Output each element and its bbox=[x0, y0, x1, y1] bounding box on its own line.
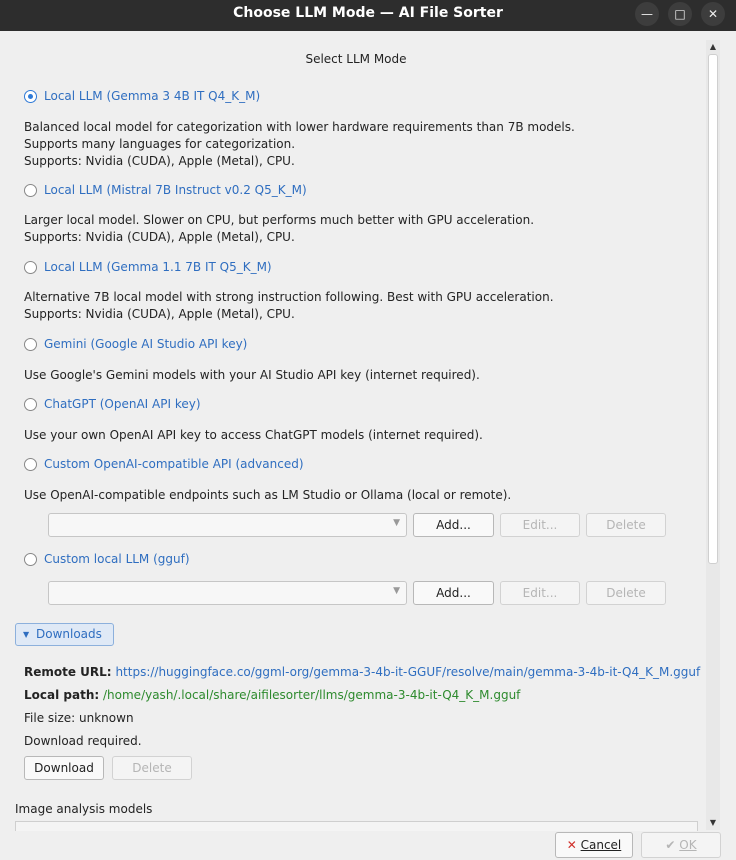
custom-api-add-button[interactable]: Add... bbox=[413, 513, 494, 537]
scrollbar-thumb[interactable] bbox=[708, 54, 718, 564]
cancel-label: Cancel bbox=[580, 838, 622, 852]
download-delete-button[interactable]: Delete bbox=[112, 756, 192, 780]
desc-line: Balanced local model for categorization … bbox=[24, 120, 575, 134]
desc-line: Supports many languages for categorizati… bbox=[24, 137, 296, 151]
ok-button[interactable]: ✔ OK bbox=[641, 832, 721, 858]
radio-custom-local[interactable] bbox=[24, 553, 37, 566]
option-desc-chatgpt: Use your own OpenAI API key to access Ch… bbox=[24, 428, 483, 442]
maximize-icon[interactable]: □ bbox=[668, 2, 692, 26]
minimize-icon[interactable]: — bbox=[635, 2, 659, 26]
radio-gemini[interactable] bbox=[24, 338, 37, 351]
option-label-chatgpt[interactable]: ChatGPT (OpenAI API key) bbox=[44, 397, 201, 411]
remote-url-link[interactable]: https://huggingface.co/ggml-org/gemma-3-… bbox=[115, 665, 700, 679]
download-status-text: Download required. bbox=[24, 734, 142, 748]
close-icon[interactable]: ✕ bbox=[701, 2, 725, 26]
custom-local-select[interactable]: ▼ bbox=[48, 581, 407, 605]
radio-mistral-7b[interactable] bbox=[24, 184, 37, 197]
downloads-toggle-button[interactable]: ▼ Downloads bbox=[15, 623, 114, 646]
scroll-area-scrollbar[interactable]: ▲ ▼ bbox=[706, 40, 720, 830]
chevron-down-icon: ▼ bbox=[393, 518, 400, 528]
option-label-mistral-7b[interactable]: Local LLM (Mistral 7B Instruct v0.2 Q5_K… bbox=[44, 183, 307, 197]
option-desc-custom-api: Use OpenAI-compatible endpoints such as … bbox=[24, 488, 512, 502]
ok-label: OK bbox=[679, 838, 697, 852]
custom-api-edit-button[interactable]: Edit... bbox=[500, 513, 580, 537]
option-label-gemma3-4b[interactable]: Local LLM (Gemma 3 4B IT Q4_K_M) bbox=[44, 89, 260, 103]
option-desc-gemma3-4b: Balanced local model for categorization … bbox=[24, 119, 575, 170]
option-label-gemma-1-1-7b[interactable]: Local LLM (Gemma 1.1 7B IT Q5_K_M) bbox=[44, 260, 272, 274]
radio-gemma3-4b[interactable] bbox=[24, 90, 37, 103]
option-desc-gemma-1-1-7b: Alternative 7B local model with strong i… bbox=[24, 289, 554, 323]
radio-chatgpt[interactable] bbox=[24, 398, 37, 411]
image-analysis-panel bbox=[15, 821, 698, 831]
custom-local-edit-button[interactable]: Edit... bbox=[500, 581, 580, 605]
custom-api-select[interactable]: ▼ bbox=[48, 513, 407, 537]
page-title: Select LLM Mode bbox=[305, 52, 407, 66]
image-analysis-title: Image analysis models bbox=[15, 802, 153, 816]
chevron-down-icon: ▼ bbox=[393, 586, 400, 596]
window-title: Choose LLM Mode — AI File Sorter bbox=[233, 5, 503, 21]
custom-local-delete-button[interactable]: Delete bbox=[586, 581, 666, 605]
local-path-value: /home/yash/.local/share/aifilesorter/llm… bbox=[103, 688, 521, 702]
chevron-down-icon: ▼ bbox=[23, 630, 30, 639]
option-desc-gemini: Use Google's Gemini models with your AI … bbox=[24, 368, 480, 382]
desc-line: Alternative 7B local model with strong i… bbox=[24, 290, 554, 304]
radio-custom-api[interactable] bbox=[24, 458, 37, 471]
cancel-button[interactable]: ✕ Cancel bbox=[555, 832, 633, 858]
option-label-custom-api[interactable]: Custom OpenAI-compatible API (advanced) bbox=[44, 457, 304, 471]
local-path-label: Local path: bbox=[24, 688, 100, 702]
remote-url-row: Remote URL: https://huggingface.co/ggml-… bbox=[24, 665, 700, 679]
remote-url-label: Remote URL: bbox=[24, 665, 112, 679]
desc-line: Larger local model. Slower on CPU, but p… bbox=[24, 213, 535, 227]
radio-gemma-1-1-7b[interactable] bbox=[24, 261, 37, 274]
file-size-text: File size: unknown bbox=[24, 711, 134, 725]
local-path-row: Local path: /home/yash/.local/share/aifi… bbox=[24, 688, 520, 702]
title-bar: Choose LLM Mode — AI File Sorter — □ ✕ bbox=[0, 0, 736, 31]
download-button[interactable]: Download bbox=[24, 756, 104, 780]
scroll-down-icon[interactable]: ▼ bbox=[706, 816, 720, 830]
check-icon: ✔ bbox=[665, 838, 676, 852]
custom-api-delete-button[interactable]: Delete bbox=[586, 513, 666, 537]
option-label-custom-local[interactable]: Custom local LLM (gguf) bbox=[44, 552, 190, 566]
option-desc-mistral-7b: Larger local model. Slower on CPU, but p… bbox=[24, 212, 534, 246]
desc-line: Supports: Nvidia (CUDA), Apple (Metal), … bbox=[24, 230, 295, 244]
cancel-icon: ✕ bbox=[566, 838, 577, 852]
option-label-gemini[interactable]: Gemini (Google AI Studio API key) bbox=[44, 337, 247, 351]
desc-line: Supports: Nvidia (CUDA), Apple (Metal), … bbox=[24, 154, 295, 168]
downloads-toggle-label: Downloads bbox=[36, 627, 102, 641]
custom-local-add-button[interactable]: Add... bbox=[413, 581, 494, 605]
desc-line: Supports: Nvidia (CUDA), Apple (Metal), … bbox=[24, 307, 295, 321]
